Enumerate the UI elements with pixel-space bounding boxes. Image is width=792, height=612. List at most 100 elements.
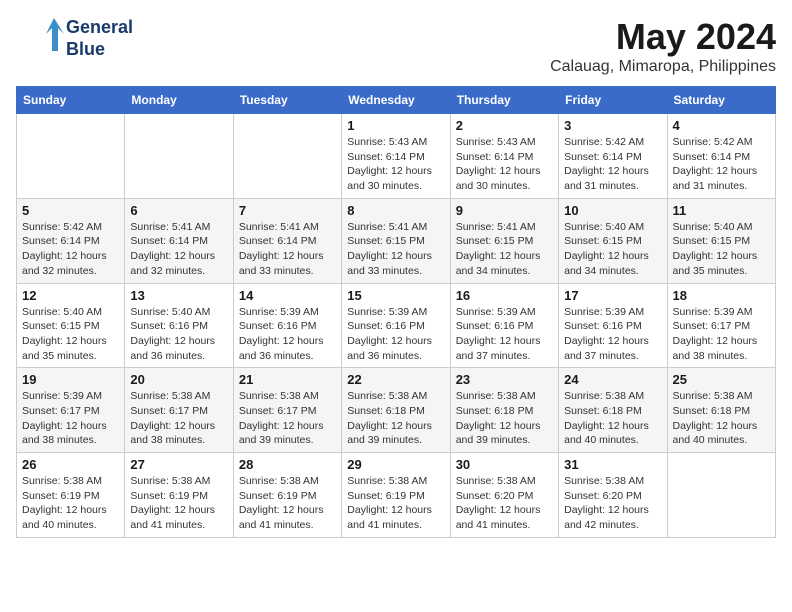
weekday-header: Wednesday <box>342 87 450 114</box>
calendar-cell: 12 Sunrise: 5:40 AM Sunset: 6:15 PM Dayli… <box>17 283 125 368</box>
weekday-header: Tuesday <box>233 87 341 114</box>
day-number: 21 <box>239 372 336 387</box>
page-header: GeneralBlue May 2024 Calauag, Mimaropa, … <box>16 16 776 76</box>
calendar-cell <box>233 114 341 199</box>
day-info: Sunrise: 5:39 AM Sunset: 6:17 PM Dayligh… <box>673 305 770 364</box>
day-info: Sunrise: 5:42 AM Sunset: 6:14 PM Dayligh… <box>673 135 770 194</box>
calendar-cell: 10 Sunrise: 5:40 AM Sunset: 6:15 PM Dayli… <box>559 198 667 283</box>
calendar-cell: 2 Sunrise: 5:43 AM Sunset: 6:14 PM Daylig… <box>450 114 558 199</box>
day-info: Sunrise: 5:39 AM Sunset: 6:16 PM Dayligh… <box>347 305 444 364</box>
weekday-header: Sunday <box>17 87 125 114</box>
day-number: 22 <box>347 372 444 387</box>
day-number: 30 <box>456 457 553 472</box>
day-info: Sunrise: 5:41 AM Sunset: 6:14 PM Dayligh… <box>239 220 336 279</box>
day-number: 8 <box>347 203 444 218</box>
day-info: Sunrise: 5:38 AM Sunset: 6:18 PM Dayligh… <box>564 389 661 448</box>
calendar-cell: 17Sunrise: 5:39 AM Sunset: 6:16 PM Dayli… <box>559 283 667 368</box>
calendar-cell: 29 Sunrise: 5:38 AM Sunset: 6:19 PM Dayli… <box>342 453 450 538</box>
calendar-cell: 16 Sunrise: 5:39 AM Sunset: 6:16 PM Dayli… <box>450 283 558 368</box>
calendar-header-row: SundayMondayTuesdayWednesdayThursdayFrid… <box>17 87 776 114</box>
logo-icon <box>16 16 66 61</box>
weekday-header: Monday <box>125 87 233 114</box>
day-number: 6 <box>130 203 227 218</box>
day-number: 13 <box>130 288 227 303</box>
day-info: Sunrise: 5:42 AM Sunset: 6:14 PM Dayligh… <box>564 135 661 194</box>
day-number: 27 <box>130 457 227 472</box>
day-number: 3 <box>564 118 661 133</box>
day-info: Sunrise: 5:40 AM Sunset: 6:15 PM Dayligh… <box>22 305 119 364</box>
day-info: Sunrise: 5:38 AM Sunset: 6:19 PM Dayligh… <box>130 474 227 533</box>
calendar-cell: 13 Sunrise: 5:40 AM Sunset: 6:16 PM Dayli… <box>125 283 233 368</box>
calendar-cell: 14Sunrise: 5:39 AM Sunset: 6:16 PM Dayli… <box>233 283 341 368</box>
day-info: Sunrise: 5:39 AM Sunset: 6:17 PM Dayligh… <box>22 389 119 448</box>
day-number: 17 <box>564 288 661 303</box>
calendar-cell: 31 Sunrise: 5:38 AM Sunset: 6:20 PM Dayli… <box>559 453 667 538</box>
calendar-table: SundayMondayTuesdayWednesdayThursdayFrid… <box>16 86 776 538</box>
calendar-cell: 20 Sunrise: 5:38 AM Sunset: 6:17 PM Dayli… <box>125 368 233 453</box>
day-number: 12 <box>22 288 119 303</box>
calendar-cell: 15 Sunrise: 5:39 AM Sunset: 6:16 PM Dayli… <box>342 283 450 368</box>
day-info: Sunrise: 5:38 AM Sunset: 6:18 PM Dayligh… <box>347 389 444 448</box>
logo: GeneralBlue <box>16 16 133 61</box>
calendar-week-row: 26 Sunrise: 5:38 AM Sunset: 6:19 PM Dayli… <box>17 453 776 538</box>
calendar-week-row: 5Sunrise: 5:42 AM Sunset: 6:14 PM Daylig… <box>17 198 776 283</box>
day-info: Sunrise: 5:43 AM Sunset: 6:14 PM Dayligh… <box>456 135 553 194</box>
calendar-cell: 18Sunrise: 5:39 AM Sunset: 6:17 PM Dayli… <box>667 283 775 368</box>
calendar-cell: 27 Sunrise: 5:38 AM Sunset: 6:19 PM Dayli… <box>125 453 233 538</box>
calendar-cell: 3 Sunrise: 5:42 AM Sunset: 6:14 PM Daylig… <box>559 114 667 199</box>
day-info: Sunrise: 5:38 AM Sunset: 6:19 PM Dayligh… <box>347 474 444 533</box>
day-info: Sunrise: 5:41 AM Sunset: 6:15 PM Dayligh… <box>347 220 444 279</box>
day-number: 25 <box>673 372 770 387</box>
calendar-week-row: 19 Sunrise: 5:39 AM Sunset: 6:17 PM Dayli… <box>17 368 776 453</box>
day-info: Sunrise: 5:38 AM Sunset: 6:20 PM Dayligh… <box>564 474 661 533</box>
location-title: Calauag, Mimaropa, Philippines <box>550 58 776 76</box>
day-info: Sunrise: 5:38 AM Sunset: 6:20 PM Dayligh… <box>456 474 553 533</box>
day-number: 2 <box>456 118 553 133</box>
day-info: Sunrise: 5:41 AM Sunset: 6:15 PM Dayligh… <box>456 220 553 279</box>
calendar-cell: 23Sunrise: 5:38 AM Sunset: 6:18 PM Dayli… <box>450 368 558 453</box>
calendar-cell: 4 Sunrise: 5:42 AM Sunset: 6:14 PM Daylig… <box>667 114 775 199</box>
calendar-cell: 26Sunrise: 5:38 AM Sunset: 6:19 PM Dayli… <box>17 453 125 538</box>
day-number: 19 <box>22 372 119 387</box>
day-info: Sunrise: 5:41 AM Sunset: 6:14 PM Dayligh… <box>130 220 227 279</box>
day-info: Sunrise: 5:40 AM Sunset: 6:16 PM Dayligh… <box>130 305 227 364</box>
day-info: Sunrise: 5:43 AM Sunset: 6:14 PM Dayligh… <box>347 135 444 194</box>
day-info: Sunrise: 5:39 AM Sunset: 6:16 PM Dayligh… <box>456 305 553 364</box>
title-block: May 2024 Calauag, Mimaropa, Philippines <box>550 16 776 76</box>
day-number: 24 <box>564 372 661 387</box>
calendar-cell <box>667 453 775 538</box>
calendar-cell: 21Sunrise: 5:38 AM Sunset: 6:17 PM Dayli… <box>233 368 341 453</box>
day-info: Sunrise: 5:38 AM Sunset: 6:17 PM Dayligh… <box>130 389 227 448</box>
day-number: 5 <box>22 203 119 218</box>
day-number: 7 <box>239 203 336 218</box>
day-number: 26 <box>22 457 119 472</box>
day-number: 14 <box>239 288 336 303</box>
calendar-cell: 9 Sunrise: 5:41 AM Sunset: 6:15 PM Daylig… <box>450 198 558 283</box>
calendar-cell: 5Sunrise: 5:42 AM Sunset: 6:14 PM Daylig… <box>17 198 125 283</box>
weekday-header: Friday <box>559 87 667 114</box>
month-title: May 2024 <box>550 16 776 58</box>
calendar-cell: 11Sunrise: 5:40 AM Sunset: 6:15 PM Dayli… <box>667 198 775 283</box>
calendar-week-row: 12 Sunrise: 5:40 AM Sunset: 6:15 PM Dayli… <box>17 283 776 368</box>
day-number: 15 <box>347 288 444 303</box>
logo-text-blue: Blue <box>66 39 133 61</box>
day-info: Sunrise: 5:38 AM Sunset: 6:19 PM Dayligh… <box>239 474 336 533</box>
day-info: Sunrise: 5:38 AM Sunset: 6:18 PM Dayligh… <box>673 389 770 448</box>
day-number: 11 <box>673 203 770 218</box>
weekday-header: Saturday <box>667 87 775 114</box>
logo-text-block: GeneralBlue <box>66 17 133 60</box>
day-info: Sunrise: 5:40 AM Sunset: 6:15 PM Dayligh… <box>564 220 661 279</box>
day-number: 1 <box>347 118 444 133</box>
day-info: Sunrise: 5:38 AM Sunset: 6:18 PM Dayligh… <box>456 389 553 448</box>
calendar-cell: 7 Sunrise: 5:41 AM Sunset: 6:14 PM Daylig… <box>233 198 341 283</box>
day-number: 10 <box>564 203 661 218</box>
calendar-week-row: 1 Sunrise: 5:43 AM Sunset: 6:14 PM Daylig… <box>17 114 776 199</box>
day-number: 9 <box>456 203 553 218</box>
day-number: 16 <box>456 288 553 303</box>
day-number: 29 <box>347 457 444 472</box>
day-number: 31 <box>564 457 661 472</box>
calendar-cell <box>125 114 233 199</box>
day-number: 20 <box>130 372 227 387</box>
calendar-cell: 30 Sunrise: 5:38 AM Sunset: 6:20 PM Dayli… <box>450 453 558 538</box>
day-number: 4 <box>673 118 770 133</box>
